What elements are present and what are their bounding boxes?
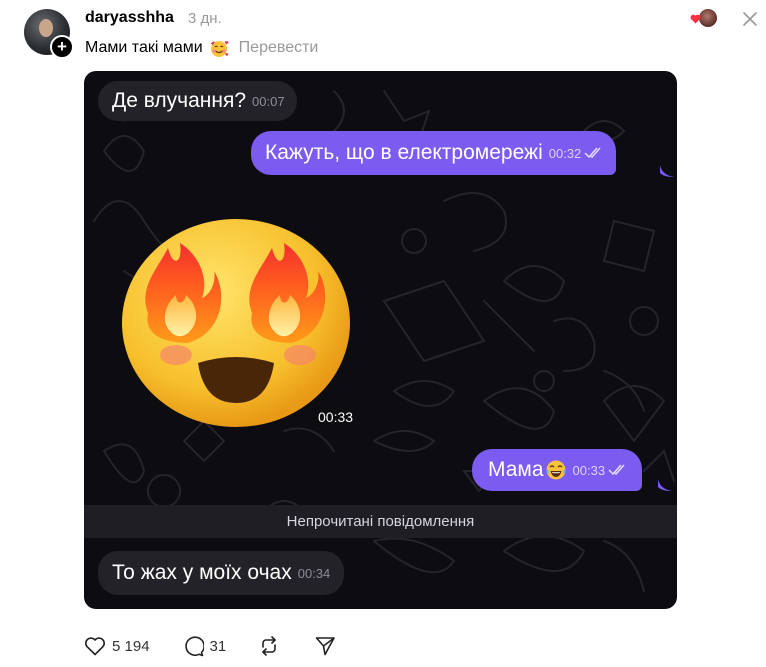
share-icon [315,637,336,656]
message-incoming[interactable]: То жах у моїх очах 00:34 [98,551,345,595]
post-actions: 5 194 31 [84,634,336,658]
bubble-tail [658,479,672,491]
message-text: Де влучання? [112,89,247,112]
unread-messages-divider: Непрочитані повідомлення [84,505,677,538]
message-time: 00:07 [252,93,285,109]
repost-button[interactable] [258,635,280,657]
like-count: 5 194 [112,637,150,655]
share-button[interactable] [314,635,336,657]
liker-avatar [698,8,718,28]
liked-by-avatars[interactable] [690,8,720,28]
smiling-face-with-hearts-icon [210,41,229,57]
message-time: 00:33 [572,462,606,478]
comment-button[interactable]: 31 [182,635,227,657]
follow-plus-icon[interactable]: + [50,35,74,59]
message-incoming[interactable]: Де влучання? 00:07 [98,81,297,121]
avatar-photo [39,19,53,37]
comment-count: 31 [209,637,227,655]
chat-screenshot: Де влучання? 00:07 Кажуть, що в електром… [84,71,677,609]
like-button[interactable]: 5 194 [84,636,150,656]
message-text: То жах у моїх очах [112,561,292,584]
bubble-tail [660,165,674,177]
more-icon[interactable] [740,9,760,29]
message-outgoing[interactable]: Кажуть, що в електромережі 00:32 [251,131,617,175]
heart-icon [690,14,701,24]
message-time: 00:34 [297,565,331,581]
double-check-icon [584,147,601,159]
comment-icon [184,636,204,657]
message-time: 00:32 [548,145,582,161]
double-check-icon [608,464,625,476]
author-username[interactable]: daryasshha [85,9,174,27]
translate-link[interactable]: Перевести [239,39,319,57]
author-avatar[interactable]: + [24,9,74,59]
message-text: Мама [488,458,544,481]
sticker-time: 00:33 [318,409,354,425]
like-icon [85,637,105,656]
message-outgoing[interactable]: Мама 00:33 [472,449,643,491]
caption-text: Мами такі мами [85,39,203,56]
post-caption: Мами такі мами Перевести [85,38,318,58]
repost-icon [262,636,277,656]
post-time[interactable]: 3 дн. [188,10,222,27]
tears-of-joy-icon [546,460,566,479]
message-text: Кажуть, що в електромережі [265,141,543,164]
fire-eyes-sticker[interactable] [118,213,354,427]
